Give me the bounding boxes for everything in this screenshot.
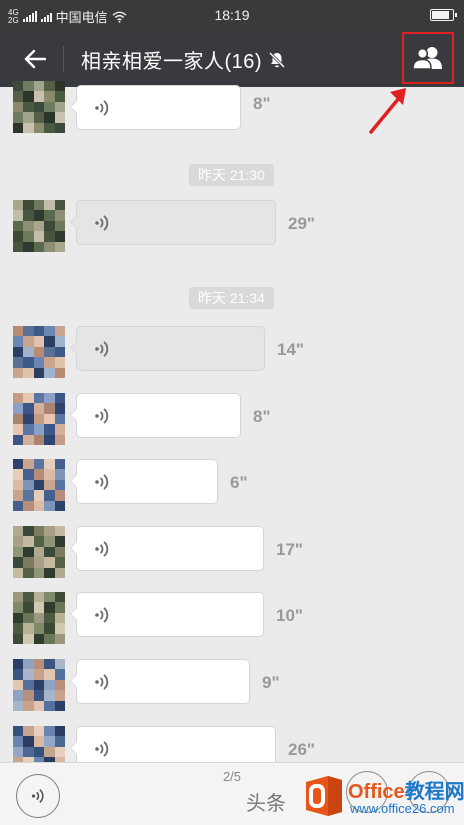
- voice-wave-icon: [95, 408, 109, 424]
- voice-duration: 8": [253, 94, 271, 113]
- sender-avatar[interactable]: [13, 526, 65, 578]
- sender-avatar[interactable]: [13, 200, 65, 252]
- back-button[interactable]: [20, 44, 50, 74]
- mute-bell-icon: [269, 51, 286, 68]
- sender-avatar[interactable]: [13, 393, 65, 445]
- annotation-arrow: [369, 88, 406, 134]
- group-members-button[interactable]: [402, 32, 454, 84]
- voice-wave-icon: [95, 100, 109, 116]
- voice-message-bubble[interactable]: [70, 393, 241, 438]
- voice-wave-icon: [95, 674, 109, 690]
- timestamp: 昨天 21:30: [189, 164, 274, 186]
- voice-duration: 6": [230, 473, 248, 492]
- voice-message-bubble[interactable]: [70, 526, 264, 571]
- clock: 18:19: [214, 7, 250, 23]
- watermark: Office教程网 www.office26.com: [302, 772, 464, 822]
- chat-title: 相亲相爱一家人(16): [81, 51, 263, 73]
- voice-duration: 10": [276, 606, 303, 625]
- voice-message-bubble[interactable]: [70, 200, 276, 245]
- status-bar: 4G 2G 中国电信 18:19: [0, 0, 464, 30]
- source-label: 头条: [246, 793, 286, 815]
- voice-mode-icon: [31, 789, 44, 803]
- chat-header: 相亲相爱一家人(16): [0, 30, 464, 87]
- voice-wave-icon: [95, 541, 109, 557]
- voice-duration: 8": [253, 407, 271, 426]
- voice-wave-icon: [95, 215, 109, 231]
- sender-avatar[interactable]: [13, 81, 65, 133]
- voice-duration: 9": [262, 673, 280, 692]
- voice-message-bubble[interactable]: [70, 85, 241, 130]
- voice-duration: 17": [276, 540, 303, 559]
- chat-title-area: 相亲相爱一家人(16): [81, 45, 286, 74]
- voice-wave-icon: [95, 607, 109, 623]
- voice-wave-icon: [95, 474, 109, 490]
- office-logo-icon: [306, 776, 342, 816]
- battery-icon: [430, 9, 457, 21]
- sender-avatar[interactable]: [13, 592, 65, 644]
- voice-duration: 29": [288, 214, 315, 233]
- watermark-url: www.office26.com: [350, 801, 455, 816]
- voice-duration: 26": [288, 740, 315, 759]
- voice-wave-icon: [95, 341, 109, 357]
- header-divider: [63, 46, 64, 72]
- voice-wave-icon: [95, 741, 109, 757]
- voice-message-bubble[interactable]: [70, 459, 218, 504]
- voice-message-bubble[interactable]: [70, 592, 264, 637]
- voice-duration: 14": [277, 340, 304, 359]
- sender-avatar[interactable]: [13, 459, 65, 511]
- watermark-brand: Office教程网: [348, 775, 464, 804]
- group-members-icon: [412, 47, 442, 70]
- back-arrow-icon: [24, 49, 46, 69]
- sender-avatar[interactable]: [13, 659, 65, 711]
- timestamp: 昨天 21:34: [189, 287, 274, 309]
- watermark-brand-suffix: 教程网: [404, 781, 464, 803]
- voice-message-bubble[interactable]: [70, 659, 250, 704]
- sender-avatar[interactable]: [13, 326, 65, 378]
- watermark-brand-prefix: Office: [348, 781, 405, 803]
- voice-message-bubble[interactable]: [70, 326, 265, 371]
